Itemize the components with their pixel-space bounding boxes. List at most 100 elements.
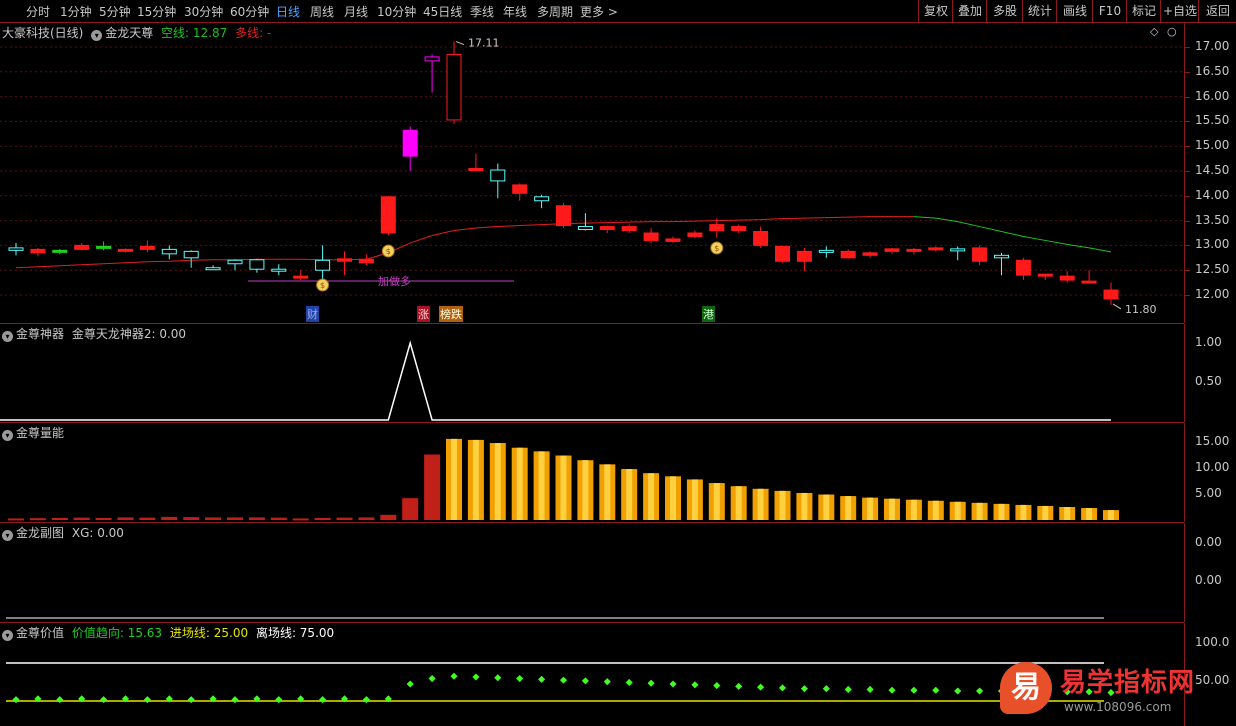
period-tab-14[interactable]: 更多 > (580, 3, 618, 20)
period-tab-2[interactable]: 5分钟 (99, 3, 131, 20)
fu-tu-panel[interactable]: ▾ 金龙副图 XG: 0.00 (0, 523, 1184, 623)
volume-bar (489, 443, 506, 520)
watermark-logo-icon: 易 (1000, 662, 1052, 714)
trend-dot (822, 685, 830, 693)
period-tab-8[interactable]: 月线 (344, 3, 368, 20)
candle-body (950, 248, 966, 252)
volume-bar (358, 517, 375, 520)
event-tag-2[interactable]: 榜跌 (439, 306, 463, 322)
trend-dot (406, 680, 414, 688)
candle-body (972, 247, 988, 262)
volume-bar (840, 496, 857, 520)
period-tab-11[interactable]: 季线 (470, 3, 494, 20)
volume-bar (8, 518, 24, 521)
candle-body (840, 250, 856, 259)
candle-body (994, 254, 1009, 259)
candle-body (205, 267, 221, 271)
shenqi-line-chart (0, 340, 1111, 421)
candle-body (1059, 275, 1075, 281)
volume-bar (577, 460, 594, 520)
period-tab-10[interactable]: 45日线 (423, 3, 462, 20)
volume-bar (730, 486, 747, 520)
toolbar-button-6[interactable]: 标记 (1126, 0, 1161, 22)
volume-bar (446, 438, 462, 520)
trend-dot (735, 682, 743, 690)
volume-bar (884, 498, 900, 520)
candle-body (249, 259, 265, 270)
trend-dot (472, 673, 480, 681)
trend-dot (713, 682, 721, 690)
money-bag-icon: $ (710, 241, 724, 255)
axis-tick-mark (1185, 121, 1190, 123)
toolbar-button-0[interactable]: 复权 (918, 0, 953, 22)
period-tab-3[interactable]: 15分钟 (137, 3, 176, 20)
axis-tick-mark (1185, 171, 1190, 172)
candle-body (884, 248, 900, 252)
price-tick-2: 16.00 (1195, 88, 1230, 103)
period-tab-0[interactable]: 分时 (26, 3, 50, 20)
period-tab-13[interactable]: 多周期 (537, 3, 573, 20)
fu-tu-chart (6, 617, 1104, 619)
volume-bar (905, 499, 922, 520)
watermark-brand: 易学指标网 (1060, 668, 1196, 698)
panel3-axis: 15.00 10.00 5.00 (1184, 423, 1236, 522)
toolbar-button-5[interactable]: F10 (1092, 0, 1127, 22)
axis-tick-mark (1185, 146, 1190, 148)
price-tick-7: 13.50 (1195, 212, 1230, 227)
period-tab-7[interactable]: 周线 (310, 3, 334, 20)
volume-bar (949, 501, 966, 520)
money-bag-icon: $ (316, 278, 330, 292)
shenqi-line (0, 340, 1111, 421)
volume-bar (1081, 508, 1098, 520)
candle-body (731, 226, 747, 232)
toolbar-button-2[interactable]: 多股 (986, 0, 1023, 22)
volume-bar (314, 517, 331, 520)
volume-panel[interactable]: ▾ 金尊量能 (0, 423, 1184, 523)
shenqi-panel[interactable]: ▾ 金尊神器 金尊天龙神器2: 0.00 (0, 324, 1184, 423)
volume-bar (227, 517, 243, 520)
candle-body (775, 245, 790, 262)
period-tab-9[interactable]: 10分钟 (377, 3, 416, 20)
candle-body (227, 259, 243, 265)
trend-dot (362, 696, 370, 704)
trend-dot (56, 696, 64, 704)
period-tab-6[interactable]: 日线 (276, 3, 300, 20)
event-tag-1[interactable]: 涨 (417, 306, 430, 322)
toolbar-button-8[interactable]: 返回 (1198, 0, 1236, 22)
volume-bar (380, 514, 397, 520)
candle-body (139, 245, 155, 250)
price-tick-1: 16.50 (1195, 63, 1230, 78)
volume-bar (117, 517, 134, 520)
toolbar-button-7[interactable]: +自选 (1160, 0, 1199, 22)
candle-body (380, 196, 396, 234)
candle-body (468, 168, 484, 172)
volume-bar (51, 517, 68, 520)
event-tag-0[interactable]: 财 (306, 306, 319, 322)
period-tab-12[interactable]: 年线 (503, 3, 527, 20)
trend-dot (866, 685, 874, 693)
volume-bar (621, 469, 638, 520)
trend-dot (559, 676, 568, 684)
event-tag-3[interactable]: 港 (702, 306, 715, 322)
volume-bar (73, 517, 90, 520)
toolbar-button-4[interactable]: 画线 (1056, 0, 1093, 22)
volume-bar-chart (8, 438, 1119, 521)
period-tab-4[interactable]: 30分钟 (184, 3, 223, 20)
trend-dot (319, 696, 327, 704)
price-tick-3: 15.50 (1195, 113, 1230, 128)
price-tick-6: 14.00 (1195, 187, 1230, 202)
toolbar-button-3[interactable]: 统计 (1022, 0, 1057, 22)
trend-dot (428, 675, 436, 683)
volume-bar (336, 517, 353, 520)
svg-text:$: $ (386, 247, 391, 256)
axis-tick-mark (1185, 295, 1190, 296)
volume-bar (971, 502, 988, 520)
period-tab-1[interactable]: 1分钟 (60, 3, 92, 20)
volume-bar (467, 439, 484, 520)
period-tab-5[interactable]: 60分钟 (230, 3, 269, 20)
price-tick-5: 14.50 (1195, 163, 1230, 177)
trend-dot (647, 679, 655, 687)
trend-dot (976, 687, 984, 695)
main-chart-panel[interactable]: 大豪科技(日线) ▾ 金龙天尊 空线: 12.87 多线: - ◇ ○ 17.11… (0, 23, 1184, 324)
toolbar-button-1[interactable]: 叠加 (952, 0, 987, 22)
